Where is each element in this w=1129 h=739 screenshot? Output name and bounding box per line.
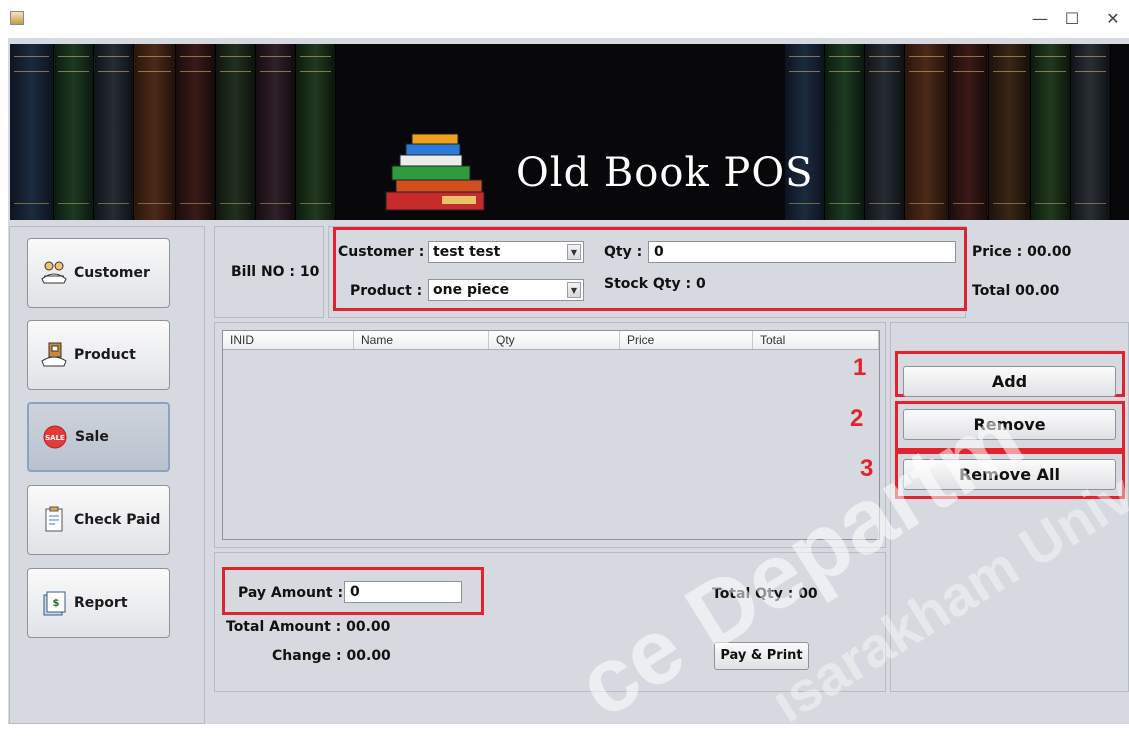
total-display: Total 00.00	[972, 283, 1060, 299]
customer-icon	[40, 259, 68, 287]
sale-icon: SALE	[41, 423, 69, 451]
total-qty: Total Qty : 00	[712, 586, 818, 602]
maximize-button[interactable]: ☐	[1060, 8, 1084, 30]
pay-print-button[interactable]: Pay & Print	[714, 642, 809, 670]
sidebar-item-sale[interactable]: SALE Sale	[27, 402, 170, 472]
pay-amount-input[interactable]: 0	[344, 581, 462, 603]
app-title: Old Book POS	[516, 150, 814, 196]
price-display: Price : 00.00	[972, 244, 1072, 260]
report-icon: $	[40, 589, 68, 617]
minimize-button[interactable]: —	[1028, 8, 1052, 30]
bookshelf-right	[785, 44, 1111, 220]
bookshelf-left	[10, 44, 336, 220]
change-amount: Change : 00.00	[272, 648, 391, 664]
product-select[interactable]: one piece ▼	[428, 279, 584, 301]
remove-marker: 2	[850, 405, 864, 432]
column-header-inid[interactable]: INID	[223, 331, 354, 349]
customer-label: Customer :	[338, 244, 425, 260]
remove-all-button[interactable]: Remove All	[903, 459, 1116, 490]
bill-number: Bill NO : 10	[231, 264, 320, 280]
sidebar-item-label: Product	[74, 347, 136, 363]
product-select-value: one piece	[433, 282, 510, 298]
chevron-down-icon[interactable]: ▼	[567, 244, 581, 260]
customer-select[interactable]: test test ▼	[428, 241, 584, 263]
sidebar-item-product[interactable]: Product	[27, 320, 170, 390]
column-header-total[interactable]: Total	[753, 331, 879, 349]
product-label: Product :	[350, 283, 423, 299]
column-header-name[interactable]: Name	[354, 331, 489, 349]
java-app-icon	[10, 11, 24, 25]
chevron-down-icon[interactable]: ▼	[567, 282, 581, 298]
sidebar-item-label: Sale	[75, 429, 109, 445]
add-button[interactable]: Add	[903, 366, 1116, 397]
product-icon	[40, 341, 68, 369]
items-table[interactable]: INID Name Qty Price Total	[222, 330, 880, 540]
sidebar-item-report[interactable]: $ Report	[27, 568, 170, 638]
column-header-price[interactable]: Price	[620, 331, 753, 349]
total-amount: Total Amount : 00.00	[226, 619, 391, 635]
remove-button[interactable]: Remove	[903, 409, 1116, 440]
pay-amount-label: Pay Amount :	[238, 585, 344, 601]
sidebar-item-check-paid[interactable]: Check Paid	[27, 485, 170, 555]
remove-all-marker: 3	[860, 455, 874, 482]
book-stack-logo	[385, 133, 485, 211]
sidebar-item-label: Report	[74, 595, 128, 611]
check-paid-icon	[40, 506, 68, 534]
sidebar-item-label: Check Paid	[74, 512, 161, 528]
column-header-qty[interactable]: Qty	[489, 331, 620, 349]
banner: Old Book POS	[10, 44, 1129, 220]
sidebar-item-customer[interactable]: Customer	[27, 238, 170, 308]
stock-qty: Stock Qty : 0	[604, 276, 706, 292]
table-header: INID Name Qty Price Total	[223, 331, 879, 350]
qty-label: Qty :	[604, 244, 643, 260]
add-marker: 1	[853, 354, 867, 381]
svg-text:$: $	[53, 598, 60, 609]
close-button[interactable]: ✕	[1101, 8, 1125, 30]
svg-text:SALE: SALE	[45, 434, 65, 442]
customer-select-value: test test	[433, 244, 501, 260]
sidebar-item-label: Customer	[74, 265, 150, 281]
qty-input[interactable]: 0	[648, 241, 956, 263]
window-titlebar: — ☐ ✕	[0, 0, 1129, 38]
